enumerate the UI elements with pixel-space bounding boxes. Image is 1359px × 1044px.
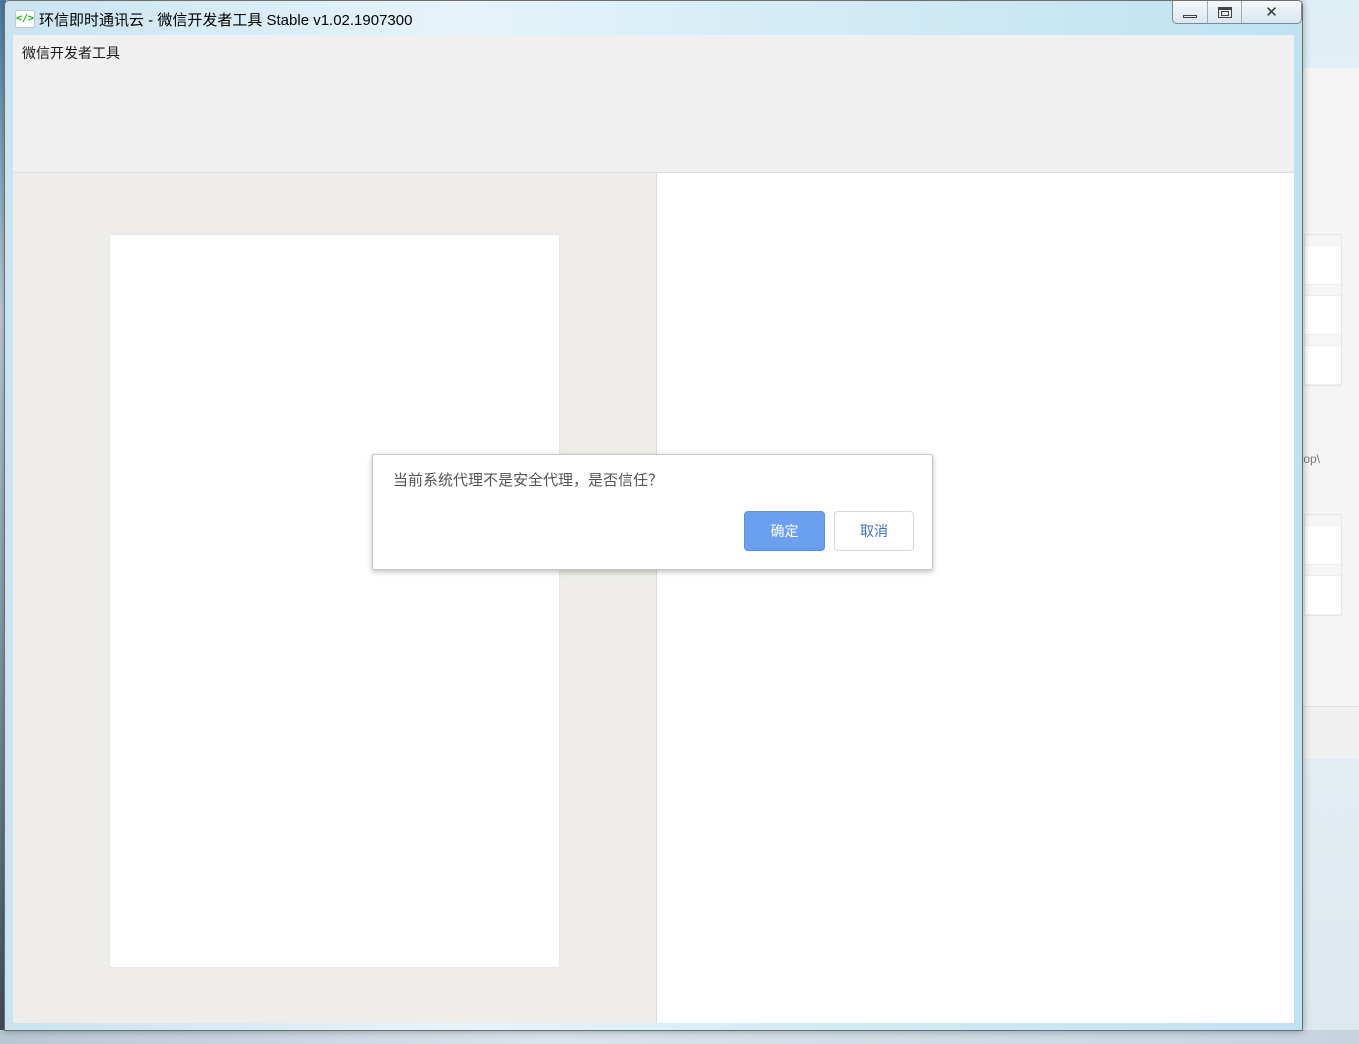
dialog-message: 当前系统代理不是安全代理，是否信任？ <box>393 471 664 489</box>
desktop-bottom-edge <box>0 1030 1359 1044</box>
simulator-pane <box>13 173 657 1023</box>
window-controls: ✕ <box>1172 1 1302 24</box>
background-panel-bottom <box>1304 514 1342 616</box>
proxy-trust-dialog: 当前系统代理不是安全代理，是否信任？ 确定 取消 <box>372 454 933 570</box>
background-footer <box>1300 706 1359 757</box>
title-bar[interactable]: </> 环信即时通讯云 - 微信开发者工具 Stable v1.02.19073… <box>5 1 1302 35</box>
maximize-button[interactable] <box>1207 1 1241 23</box>
toolbar-title: 微信开发者工具 <box>22 46 120 62</box>
toolbar: 微信开发者工具 <box>13 35 1294 173</box>
close-icon: ✕ <box>1265 2 1278 21</box>
minimize-icon <box>1183 14 1197 18</box>
close-button[interactable]: ✕ <box>1241 1 1301 23</box>
simulator-screen[interactable] <box>110 235 559 967</box>
confirm-button[interactable]: 确定 <box>744 511 825 551</box>
maximize-icon <box>1217 6 1232 18</box>
background-panel-top <box>1304 234 1342 386</box>
wechat-devtools-icon: </> <box>15 10 35 28</box>
cancel-button[interactable]: 取消 <box>834 511 914 551</box>
background-window <box>1300 68 1359 758</box>
editor-pane[interactable] <box>657 173 1294 1023</box>
minimize-button[interactable] <box>1173 1 1207 23</box>
window-title: 环信即时通讯云 - 微信开发者工具 Stable v1.02.1907300 <box>39 12 413 29</box>
